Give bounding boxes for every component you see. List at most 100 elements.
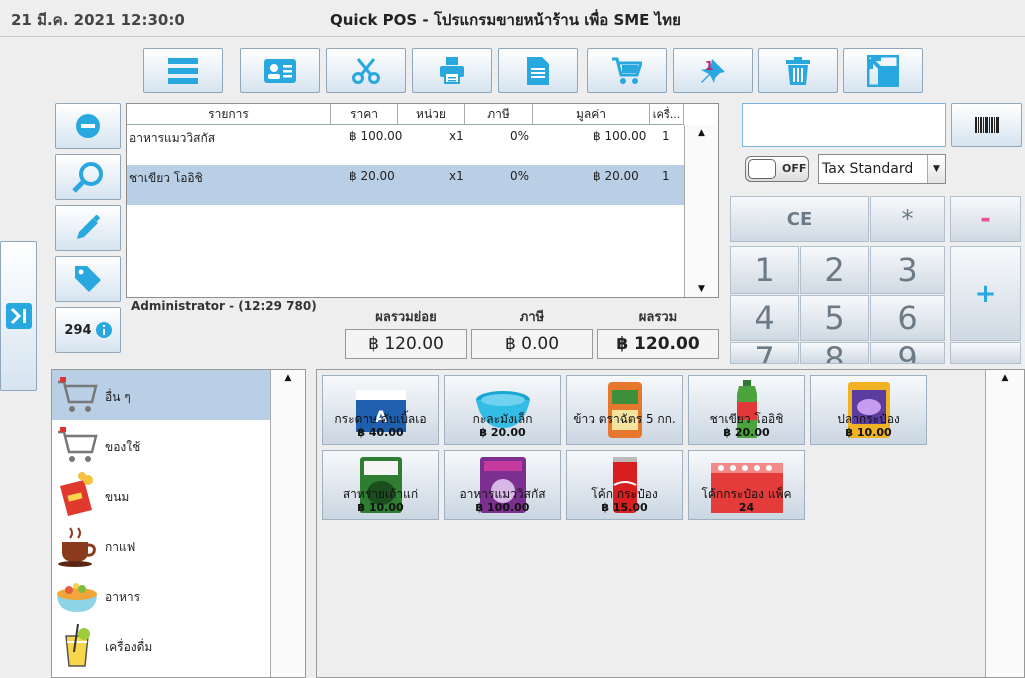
key-3[interactable]: 3	[870, 246, 945, 294]
barcode-scan-button[interactable]	[951, 103, 1022, 147]
product-tile[interactable]: อาหารแมววิสกัส ฿ 100.00	[444, 450, 561, 520]
chevron-down-icon: ▼	[927, 155, 945, 183]
cart-button[interactable]	[587, 48, 667, 93]
product-tile[interactable]: ปลากระป๋อง ฿ 10.00	[810, 375, 927, 445]
product-tile[interactable]: สาหร่ายเถ้าแก่ ฿ 10.00	[322, 450, 439, 520]
cell-price: ฿ 20.00	[349, 169, 395, 183]
key-plus[interactable]: +	[950, 246, 1021, 341]
info-count-button[interactable]: 294	[55, 307, 121, 353]
customer-card-button[interactable]	[240, 48, 320, 93]
product-tile[interactable]: กะละมังเล็ก ฿ 20.00	[444, 375, 561, 445]
col-price[interactable]: ราคา	[331, 104, 398, 125]
toggle-knob	[748, 159, 776, 179]
col-unit[interactable]: หน่วย	[398, 104, 465, 125]
info-icon	[95, 322, 112, 338]
key-enter[interactable]	[950, 342, 1021, 364]
order-table: รายการ ราคา หน่วย ภาษี มูลค่า เครื่... อ…	[126, 103, 719, 298]
side-panel-toggle[interactable]	[0, 241, 37, 391]
category-scrollbar[interactable]: ▲	[270, 370, 305, 677]
drink-icon	[65, 623, 90, 667]
key-8[interactable]: 8	[800, 342, 869, 364]
subtotal-label: ผลรวมย่อย	[375, 310, 437, 325]
tag-icon	[75, 266, 101, 292]
scroll-up-arrow-icon[interactable]: ▲	[986, 370, 1024, 386]
product-price: ฿ 10.00	[357, 501, 404, 514]
remove-item-button[interactable]	[55, 103, 121, 149]
collapse-right-icon	[5, 303, 32, 329]
key-6[interactable]: 6	[870, 295, 945, 341]
total-value: ฿ 120.00	[597, 329, 719, 359]
key-multiply[interactable]: *	[870, 196, 945, 242]
pin-button[interactable]: 1	[673, 48, 753, 93]
product-tile[interactable]: ข้าว ตราฉัตร 5 กก.	[566, 375, 683, 445]
title-bar: 21 มี.ค. 2021 12:30:0 Quick POS - โปรแกร…	[0, 0, 1025, 37]
snack-icon	[60, 472, 93, 516]
key-4[interactable]: 4	[730, 295, 799, 341]
category-item[interactable]: อาหาร	[52, 570, 270, 620]
category-label: ของใช้	[105, 440, 141, 454]
key-ce[interactable]: CE	[730, 196, 869, 242]
order-table-scrollbar[interactable]: ▲ ▼	[684, 125, 718, 297]
category-item[interactable]: ของใช้	[52, 420, 270, 470]
key-5[interactable]: 5	[800, 295, 869, 341]
search-button[interactable]	[55, 154, 121, 200]
menu-button[interactable]	[143, 48, 223, 93]
app-title: Quick POS - โปรแกรมขายหน้าร้าน เพื่อ SME…	[330, 11, 681, 29]
barcode-input[interactable]	[742, 103, 946, 147]
category-label: เครื่องดื่ม	[105, 640, 153, 654]
cell-price: ฿ 100.00	[349, 129, 403, 143]
tax-mode-select[interactable]: Tax Standard ▼	[818, 154, 946, 184]
key-9[interactable]: 9	[870, 342, 945, 364]
product-tile[interactable]: A กระดาษ ดับเบิ้ลเอ ฿ 40.00	[322, 375, 439, 445]
print-button[interactable]	[412, 48, 492, 93]
product-tile[interactable]: โค้กกระป๋อง แพ็ค 24	[688, 450, 805, 520]
col-value[interactable]: มูลค่า	[533, 104, 650, 125]
col-machine[interactable]: เครื่...	[650, 104, 684, 125]
coffee-icon	[58, 527, 96, 567]
table-row[interactable]: อาหารแมววิสกัส ฿ 100.00 x1 0% ฿ 100.00 1	[127, 125, 684, 165]
key-minus[interactable]: -	[950, 196, 1021, 242]
product-tile[interactable]: โค้ก กระป๋อง ฿ 15.00	[566, 450, 683, 520]
cart-icon	[58, 427, 98, 462]
category-item[interactable]: เครื่องดื่ม	[52, 620, 270, 670]
col-item[interactable]: รายการ	[127, 104, 331, 125]
key-1[interactable]: 1	[730, 246, 799, 294]
toggle-label: OFF	[782, 162, 807, 175]
product-tile[interactable]: ชาเขียว โออิชิ ฿ 20.00	[688, 375, 805, 445]
key-2[interactable]: 2	[800, 246, 869, 294]
user-status: Administrator - (12:29 780)	[131, 299, 317, 313]
category-label: อาหาร	[105, 590, 141, 604]
datetime-label: 21 มี.ค. 2021 12:30:0	[11, 11, 185, 29]
product-price: ฿ 20.00	[479, 426, 526, 439]
category-label: อื่น ๆ	[105, 390, 131, 404]
scroll-up-arrow-icon[interactable]: ▲	[271, 370, 305, 386]
subtotal-value: ฿ 120.00	[345, 329, 467, 359]
document-icon	[527, 56, 549, 85]
scroll-up-arrow-icon[interactable]: ▲	[685, 125, 718, 141]
category-item[interactable]: อื่น ๆ	[52, 370, 270, 420]
printer-icon	[440, 56, 464, 84]
product-price: ฿ 15.00	[601, 501, 648, 514]
tax-toggle[interactable]: OFF	[745, 156, 809, 182]
tag-button[interactable]	[55, 256, 121, 302]
total-label: ผลรวม	[638, 310, 678, 325]
report-button[interactable]	[498, 48, 578, 93]
cell-machine: 1	[662, 129, 670, 143]
product-price: ฿ 20.00	[723, 426, 770, 439]
cut-button[interactable]	[326, 48, 406, 93]
export-icon	[867, 54, 899, 87]
export-button[interactable]	[843, 48, 923, 93]
col-tax[interactable]: ภาษี	[465, 104, 533, 125]
category-item[interactable]: กาแฟ	[52, 520, 270, 570]
pencil-icon	[77, 215, 101, 239]
product-scrollbar[interactable]: ▲	[985, 370, 1024, 677]
table-row[interactable]: ชาเขียว โออิชิ ฿ 20.00 x1 0% ฿ 20.00 1	[127, 165, 684, 205]
product-grid: A กระดาษ ดับเบิ้ลเอ ฿ 40.00 กะละมังเล็ก …	[316, 369, 1025, 678]
category-item[interactable]: ขนม	[52, 470, 270, 520]
tax-label: ภาษี	[519, 310, 545, 325]
edit-button[interactable]	[55, 205, 121, 251]
scroll-down-arrow-icon[interactable]: ▼	[685, 281, 718, 297]
key-7[interactable]: 7	[730, 342, 799, 364]
delete-button[interactable]	[758, 48, 838, 93]
cell-item: อาหารแมววิสกัส	[129, 131, 216, 145]
